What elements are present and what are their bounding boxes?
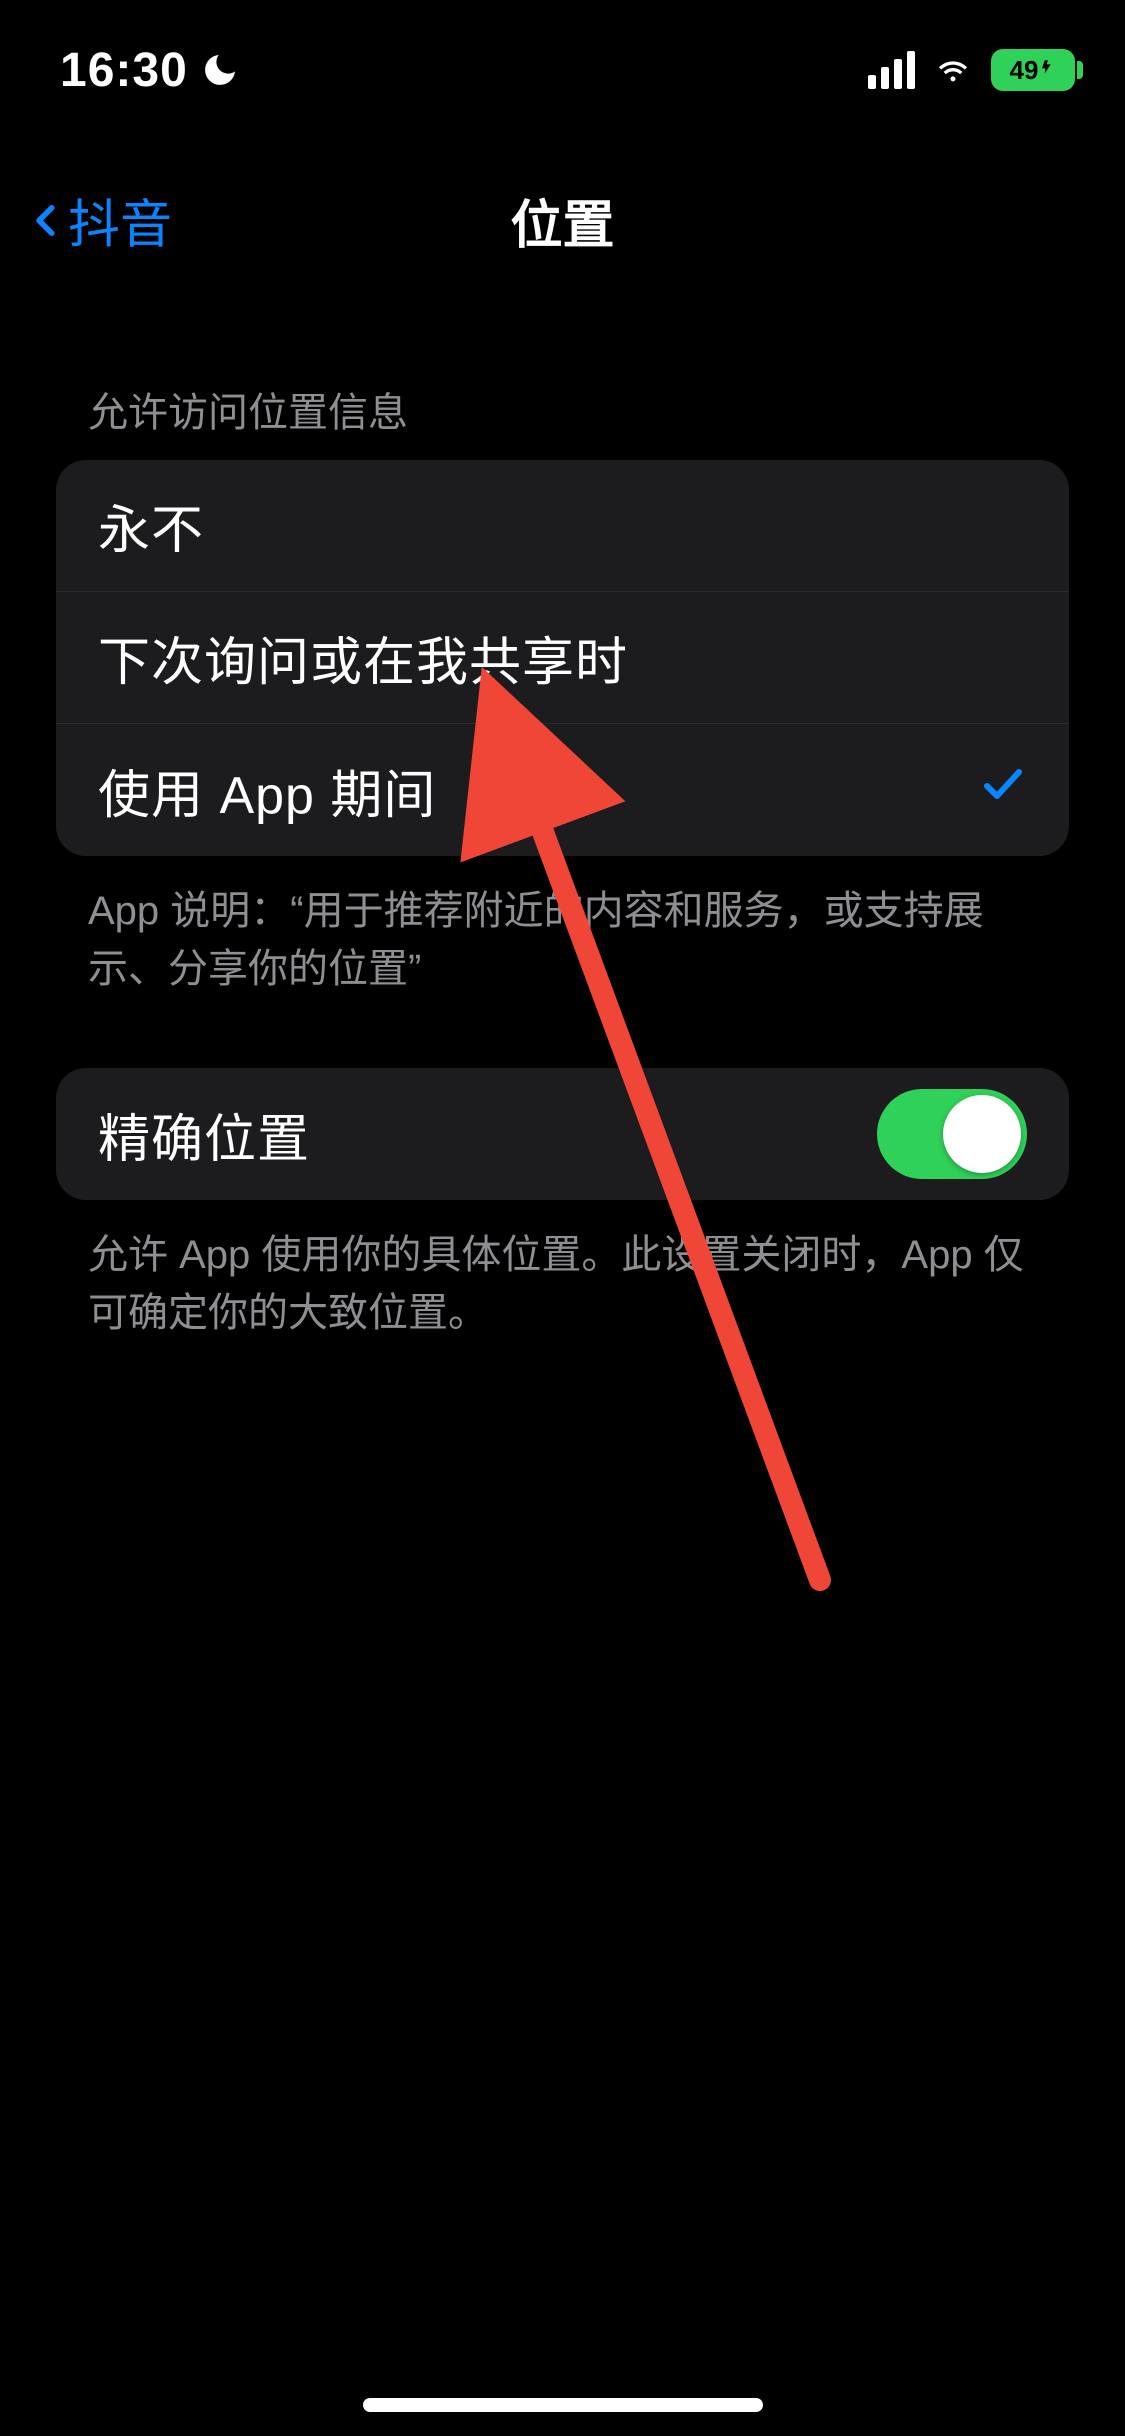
nav-bar: 抖音 位置 — [0, 160, 1125, 280]
section-footer-app-explanation: App 说明：“用于推荐附近的内容和服务，或支持展示、分享你的位置” — [88, 882, 1037, 998]
home-indicator[interactable] — [363, 2398, 763, 2412]
location-access-group: 永不 下次询问或在我共享时 使用 App 期间 — [56, 460, 1069, 856]
status-right: 49 — [868, 48, 1075, 93]
option-while-using-app[interactable]: 使用 App 期间 — [56, 724, 1069, 856]
back-label: 抖音 — [68, 183, 172, 258]
do-not-disturb-icon — [200, 50, 240, 90]
page-title: 位置 — [510, 183, 614, 258]
precise-location-label: 精确位置 — [98, 1097, 310, 1172]
section-header-location-access: 允许访问位置信息 — [88, 380, 1069, 438]
status-time: 16:30 — [60, 43, 188, 98]
battery-indicator: 49 — [991, 49, 1075, 91]
precise-location-row[interactable]: 精确位置 — [56, 1068, 1069, 1200]
precise-location-group: 精确位置 — [56, 1068, 1069, 1200]
back-button[interactable]: 抖音 — [28, 183, 172, 258]
wifi-icon — [929, 48, 977, 93]
option-label: 使用 App 期间 — [98, 753, 436, 828]
section-footer-precise-location: 允许 App 使用你的具体位置。此设置关闭时，App 仅可确定你的大致位置。 — [88, 1226, 1037, 1342]
option-label: 永不 — [98, 488, 204, 563]
charging-bolt-icon — [1040, 55, 1056, 86]
precise-location-toggle[interactable] — [877, 1089, 1027, 1179]
checkmark-icon — [979, 760, 1027, 821]
option-ask-next-time[interactable]: 下次询问或在我共享时 — [56, 592, 1069, 724]
content: 允许访问位置信息 永不 下次询问或在我共享时 使用 App 期间 App 说明：… — [0, 320, 1125, 1342]
chevron-left-icon — [28, 192, 66, 248]
toggle-knob — [943, 1095, 1021, 1173]
cellular-signal-icon — [868, 51, 915, 89]
option-never[interactable]: 永不 — [56, 460, 1069, 592]
battery-percent: 49 — [1010, 55, 1039, 86]
status-left: 16:30 — [60, 43, 240, 98]
option-label: 下次询问或在我共享时 — [98, 620, 628, 695]
status-bar: 16:30 49 — [0, 0, 1125, 140]
